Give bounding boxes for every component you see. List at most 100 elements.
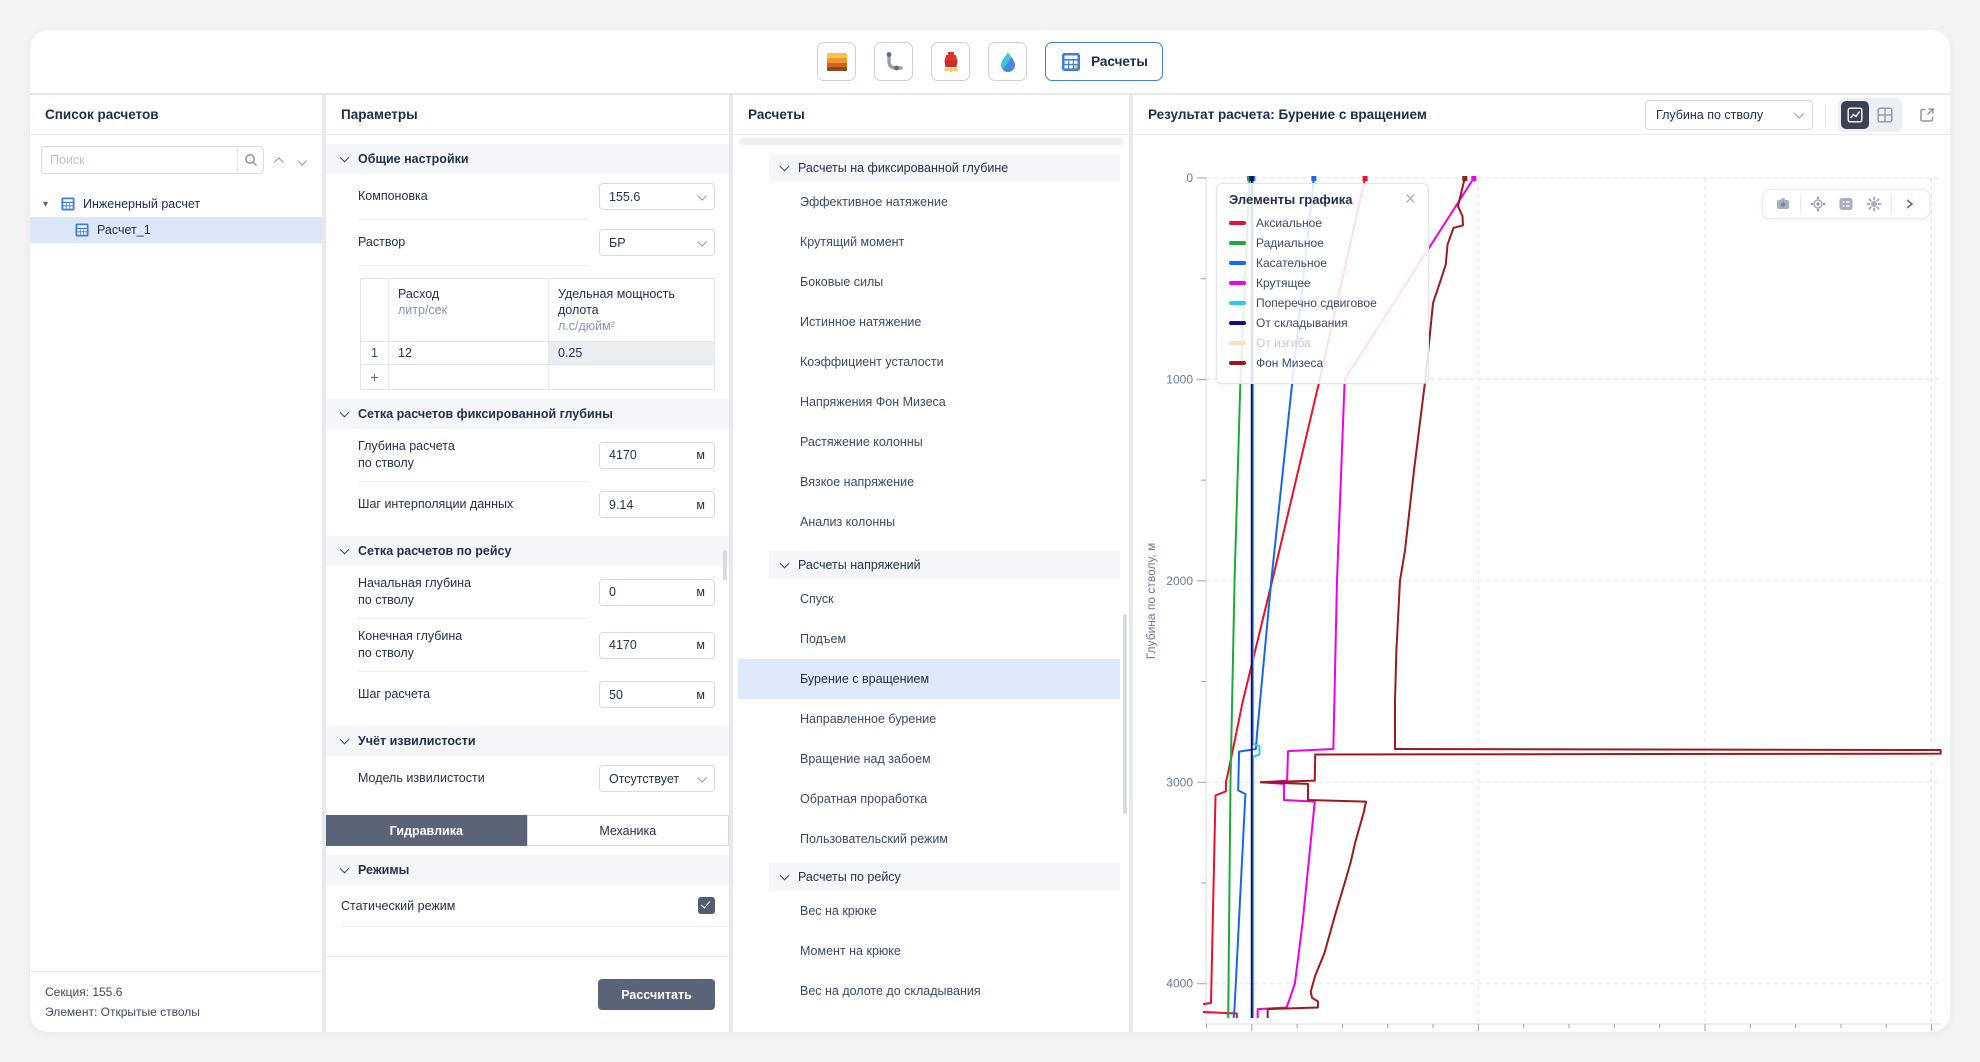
legend-item-disabled[interactable]: От изгиба (1229, 333, 1416, 353)
flow-column-header: Расход литр/сек (388, 278, 549, 342)
calc-item[interactable]: Эффективное натяжение (733, 182, 1129, 222)
search-input[interactable] (42, 153, 237, 167)
power-cell[interactable]: 0.25 (548, 341, 715, 365)
group-trip-calcs[interactable]: Расчеты по рейсу (769, 863, 1120, 891)
legend-toggle-button[interactable] (1832, 190, 1860, 218)
calc-item[interactable]: Вращение над забоем (733, 739, 1129, 779)
element-info: Элемент: Открытые стволы (45, 1005, 200, 1019)
lithology-button[interactable] (817, 42, 857, 81)
search-next-button[interactable] (295, 150, 308, 171)
legend-item[interactable]: Поперечно сдвиговое (1229, 293, 1416, 313)
svg-text:Глубина по стволу, м: Глубина по стволу, м (1144, 543, 1158, 660)
calc-item[interactable]: Пользовательский режим (733, 819, 1129, 859)
calc-item[interactable]: Вес на долоте до складывания (733, 971, 1129, 1011)
tree-expand-icon[interactable]: ▾ (43, 199, 53, 210)
calc-item[interactable]: Крутящий момент (733, 222, 1129, 262)
calc-step-input[interactable]: 50 м (599, 681, 715, 708)
lithology-icon (826, 52, 847, 71)
calc-item[interactable]: Подъем (733, 619, 1129, 659)
search-prev-button[interactable] (273, 150, 286, 171)
parameters-content: Общие настройки Компоновка 155.6 Раствор… (326, 135, 729, 956)
result-header: Результат расчета: Бурение с вращением Г… (1133, 95, 1950, 135)
tree-item-calc-1[interactable]: Расчет_1 (30, 217, 322, 243)
calculations-button[interactable]: Расчеты (1045, 42, 1163, 81)
legend-item[interactable]: Фон Мизеса (1229, 353, 1416, 373)
section-general-settings[interactable]: Общие настройки (326, 144, 729, 174)
parameters-title: Параметры (326, 95, 729, 135)
calc-item[interactable]: Момент на крюке (733, 931, 1129, 971)
legend-item[interactable]: Радиальное (1229, 233, 1416, 253)
calculator-icon (61, 197, 75, 211)
section-trip-grid[interactable]: Сетка расчетов по рейсу (326, 536, 729, 566)
parameters-scrollbar[interactable] (723, 550, 727, 580)
calc-item[interactable]: Анализ колонны (733, 502, 1129, 542)
svg-text:0: 0 (1186, 171, 1193, 185)
group-fixed-depth[interactable]: Расчеты на фиксированной глубине (769, 154, 1120, 182)
interp-step-row: Шаг интерполяции данных 9.14 м (326, 482, 729, 527)
calc-item[interactable]: Коэффициент усталости (733, 342, 1129, 382)
trajectory-icon (886, 51, 903, 70)
calc-item[interactable]: Боковые силы (733, 262, 1129, 302)
divider (1800, 195, 1801, 213)
legend-item[interactable]: Касательное (1229, 253, 1416, 273)
calc-item[interactable]: Напряжения Фон Мизеса (733, 382, 1129, 422)
chevron-down-icon (1794, 108, 1805, 119)
tortuosity-model-row: Модель извилистости Отсутствует (326, 756, 729, 801)
calc-item[interactable]: Обратная проработка (733, 779, 1129, 819)
section-fixed-depth-grid[interactable]: Сетка расчетов фиксированной глубины (326, 399, 729, 429)
section-modes[interactable]: Режимы (326, 855, 729, 885)
chevron-down-icon (697, 236, 708, 247)
calc-item[interactable]: Спуск (733, 579, 1129, 619)
svg-text:3000: 3000 (1166, 775, 1193, 789)
axis-select[interactable]: Глубина по стволу (1645, 99, 1813, 130)
fluid-select[interactable]: БР (599, 229, 715, 256)
add-row-button[interactable]: + (360, 364, 389, 390)
wellhead-button[interactable] (931, 42, 971, 81)
calc-item[interactable]: Растяжение колонны (733, 422, 1129, 462)
group-stress-calcs[interactable]: Расчеты напряжений (769, 551, 1120, 579)
divider (341, 926, 729, 927)
calc-depth-input[interactable]: 4170 м (599, 441, 715, 469)
tortuosity-model-select[interactable]: Отсутствует (599, 765, 715, 792)
line-chart-icon (1847, 107, 1863, 123)
tab-hydraulics[interactable]: Гидравлика (326, 815, 527, 846)
snapshot-button[interactable] (1769, 190, 1797, 218)
chart-legend: Элементы графика × Аксиальное Радиальное… (1216, 183, 1429, 384)
tab-mechanics[interactable]: Механика (526, 815, 729, 846)
legend-item[interactable]: От складывания (1229, 313, 1416, 333)
calc-depth-row: Глубина расчета по стволу 4170 м (326, 429, 729, 481)
flow-cell[interactable]: 12 (388, 341, 549, 365)
calculate-button[interactable]: Рассчитать (598, 979, 715, 1010)
calc-step-row: Шаг расчета 50 м (326, 672, 729, 717)
chevron-down-icon (339, 407, 350, 418)
calc-item[interactable]: Направленное бурение (733, 699, 1129, 739)
legend-item[interactable]: Крутящее (1229, 273, 1416, 293)
tree-item-engineering-calc[interactable]: ▾ Инженерный расчет (30, 191, 322, 217)
end-depth-input[interactable]: 4170 м (599, 631, 715, 659)
calculations-scrollbar[interactable] (1123, 614, 1127, 814)
calc-item[interactable]: Вязкое напряжение (733, 462, 1129, 502)
camera-icon (1777, 198, 1789, 209)
focus-button[interactable] (1804, 190, 1832, 218)
layout-select[interactable]: 155.6 (599, 183, 715, 210)
chevron-down-icon (779, 161, 790, 172)
chart-view-button[interactable] (1841, 100, 1869, 129)
table-view-button[interactable] (1871, 101, 1899, 129)
static-mode-checkbox[interactable] (698, 897, 715, 914)
close-icon[interactable]: × (1405, 190, 1416, 209)
calc-item[interactable]: Вес на крюке (733, 891, 1129, 931)
legend-item[interactable]: Аксиальное (1229, 213, 1416, 233)
calc-tree: ▾ Инженерный расчет Расчет_1 (30, 191, 322, 243)
fluid-button[interactable] (988, 42, 1028, 81)
open-external-button[interactable] (1914, 102, 1940, 128)
settings-button[interactable] (1860, 190, 1888, 218)
trajectory-button[interactable] (874, 42, 914, 81)
section-tortuosity[interactable]: Учёт извилистости (326, 726, 729, 756)
parameters-panel: Параметры Общие настройки Компоновка 155… (326, 95, 729, 1032)
interp-step-input[interactable]: 9.14 м (599, 491, 715, 518)
start-depth-input[interactable]: 0 м (599, 578, 715, 606)
calc-item[interactable]: Истинное натяжение (733, 302, 1129, 342)
search-icon[interactable] (237, 147, 263, 173)
calc-item-selected[interactable]: Бурение с вращением (738, 659, 1120, 699)
collapse-toolbar-button[interactable] (1895, 190, 1923, 218)
